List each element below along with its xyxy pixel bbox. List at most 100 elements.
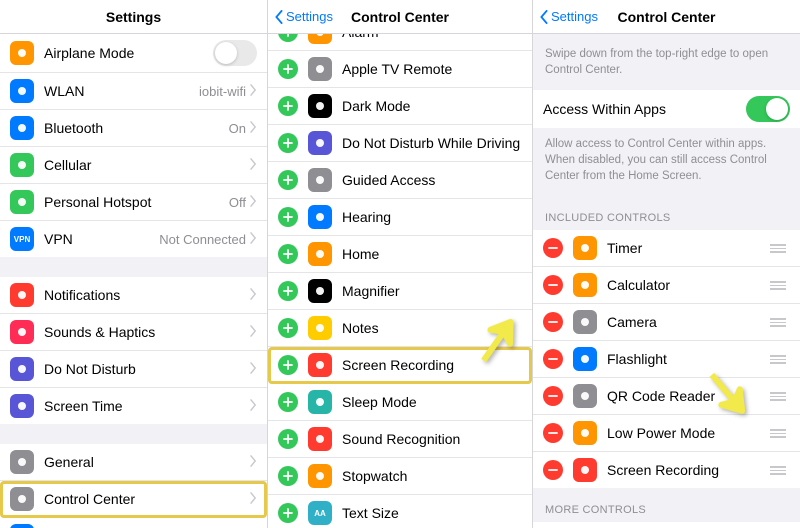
drag-handle-icon[interactable] — [766, 351, 790, 368]
drag-handle-icon[interactable] — [766, 240, 790, 257]
drag-handle-icon[interactable] — [766, 314, 790, 331]
settings-row-control-center[interactable]: Control Center — [0, 481, 267, 518]
more-row-accessibility-shortcuts[interactable]: Accessibility Shortcuts — [533, 522, 800, 528]
add-control-row-alarm[interactable]: Alarm — [268, 34, 532, 51]
add-control-row-screen-recording[interactable]: Screen Recording — [268, 347, 532, 384]
settings-title: Settings — [106, 9, 161, 25]
row-value: On — [229, 121, 246, 136]
add-control-row-home[interactable]: Home — [268, 236, 532, 273]
settings-list[interactable]: Airplane ModeWLANiobit-wifiBluetoothOnCe… — [0, 34, 267, 528]
hearing-icon — [308, 205, 332, 229]
add-button[interactable] — [278, 244, 298, 264]
stopwatch-icon — [308, 464, 332, 488]
settings-row-sounds-haptics[interactable]: Sounds & Haptics — [0, 314, 267, 351]
add-control-row-magnifier[interactable]: Magnifier — [268, 273, 532, 310]
included-row-flashlight[interactable]: Flashlight — [533, 341, 800, 378]
back-label: Settings — [286, 9, 333, 24]
add-button[interactable] — [278, 429, 298, 449]
add-button[interactable] — [278, 503, 298, 523]
add-control-row-guided-access[interactable]: Guided Access — [268, 162, 532, 199]
remove-button[interactable] — [543, 312, 563, 332]
access-within-apps-switch[interactable] — [746, 96, 790, 122]
add-control-row-notes[interactable]: Notes — [268, 310, 532, 347]
drag-handle-icon[interactable] — [766, 425, 790, 442]
control-center-title-3: Control Center — [618, 9, 716, 25]
add-button[interactable] — [278, 34, 298, 42]
control-center-title: Control Center — [351, 9, 449, 25]
add-button[interactable] — [278, 355, 298, 375]
access-within-apps-row[interactable]: Access Within Apps — [533, 90, 800, 128]
settings-row-airplane-mode[interactable]: Airplane Mode — [0, 34, 267, 73]
included-row-screen-recording[interactable]: Screen Recording — [533, 452, 800, 488]
settings-row-personal-hotspot[interactable]: Personal HotspotOff — [0, 184, 267, 221]
add-control-row-text-size[interactable]: AA Text Size — [268, 495, 532, 528]
remove-button[interactable] — [543, 238, 563, 258]
settings-row-bluetooth[interactable]: BluetoothOn — [0, 110, 267, 147]
add-button[interactable] — [278, 96, 298, 116]
settings-row-vpn[interactable]: VPNVPNNot Connected — [0, 221, 267, 257]
row-label: Dark Mode — [342, 98, 522, 114]
drag-handle-icon[interactable] — [766, 462, 790, 479]
included-row-calculator[interactable]: Calculator — [533, 267, 800, 304]
hotspot-icon — [10, 190, 34, 214]
add-control-row-sleep-mode[interactable]: Sleep Mode — [268, 384, 532, 421]
included-row-low-power-mode[interactable]: Low Power Mode — [533, 415, 800, 452]
textsize-icon: AA — [308, 501, 332, 525]
included-controls-header: Included Controls — [533, 196, 800, 230]
settings-row-screen-time[interactable]: Screen Time — [0, 388, 267, 424]
remove-button[interactable] — [543, 460, 563, 480]
qrcode-icon — [573, 384, 597, 408]
manage-scroll[interactable]: Swipe down from the top-right edge to op… — [533, 34, 800, 528]
row-label: Sounds & Haptics — [44, 324, 250, 340]
drag-handle-icon[interactable] — [766, 277, 790, 294]
back-to-settings-3[interactable]: Settings — [539, 9, 598, 24]
row-label: Guided Access — [342, 172, 522, 188]
general-icon — [10, 450, 34, 474]
add-button[interactable] — [278, 281, 298, 301]
settings-row-notifications[interactable]: Notifications — [0, 277, 267, 314]
included-row-qr-code-reader[interactable]: QR Code Reader — [533, 378, 800, 415]
add-button[interactable] — [278, 466, 298, 486]
settings-row-wlan[interactable]: WLANiobit-wifi — [0, 73, 267, 110]
guided-access-icon — [308, 168, 332, 192]
airplane-switch[interactable] — [213, 40, 257, 66]
chevron-right-icon — [250, 121, 257, 136]
settings-row-display-brightness[interactable]: Display & Brightness — [0, 518, 267, 528]
add-control-row-do-not-disturb-while-driving[interactable]: Do Not Disturb While Driving — [268, 125, 532, 162]
included-row-camera[interactable]: Camera — [533, 304, 800, 341]
back-to-settings[interactable]: Settings — [274, 9, 333, 24]
row-label: Flashlight — [607, 351, 766, 367]
calculator-icon — [573, 273, 597, 297]
add-button[interactable] — [278, 133, 298, 153]
chevron-right-icon — [250, 158, 257, 173]
add-control-row-hearing[interactable]: Hearing — [268, 199, 532, 236]
settings-row-general[interactable]: General — [0, 444, 267, 481]
included-row-timer[interactable]: Timer — [533, 230, 800, 267]
add-control-row-apple-tv-remote[interactable]: Apple TV Remote — [268, 51, 532, 88]
remove-button[interactable] — [543, 275, 563, 295]
sounds-icon — [10, 320, 34, 344]
remove-button[interactable] — [543, 349, 563, 369]
airplane-icon — [10, 41, 34, 65]
row-label: Control Center — [44, 491, 250, 507]
add-button[interactable] — [278, 318, 298, 338]
add-control-row-stopwatch[interactable]: Stopwatch — [268, 458, 532, 495]
remove-button[interactable] — [543, 423, 563, 443]
add-control-row-dark-mode[interactable]: Dark Mode — [268, 88, 532, 125]
settings-row-do-not-disturb[interactable]: Do Not Disturb — [0, 351, 267, 388]
row-label: Timer — [607, 240, 766, 256]
add-button[interactable] — [278, 207, 298, 227]
row-label: Text Size — [342, 505, 522, 521]
more-controls-list-3: Accessibility ShortcutsAlarm — [533, 522, 800, 528]
row-label: Stopwatch — [342, 468, 522, 484]
row-label: WLAN — [44, 83, 199, 99]
add-button[interactable] — [278, 392, 298, 412]
settings-row-cellular[interactable]: Cellular — [0, 147, 267, 184]
add-control-row-sound-recognition[interactable]: Sound Recognition — [268, 421, 532, 458]
flashlight-icon — [573, 347, 597, 371]
drag-handle-icon[interactable] — [766, 388, 790, 405]
add-button[interactable] — [278, 170, 298, 190]
add-button[interactable] — [278, 59, 298, 79]
more-controls-list[interactable]: AlarmApple TV Remote Dark Mode Do Not Dist… — [268, 34, 532, 528]
remove-button[interactable] — [543, 386, 563, 406]
